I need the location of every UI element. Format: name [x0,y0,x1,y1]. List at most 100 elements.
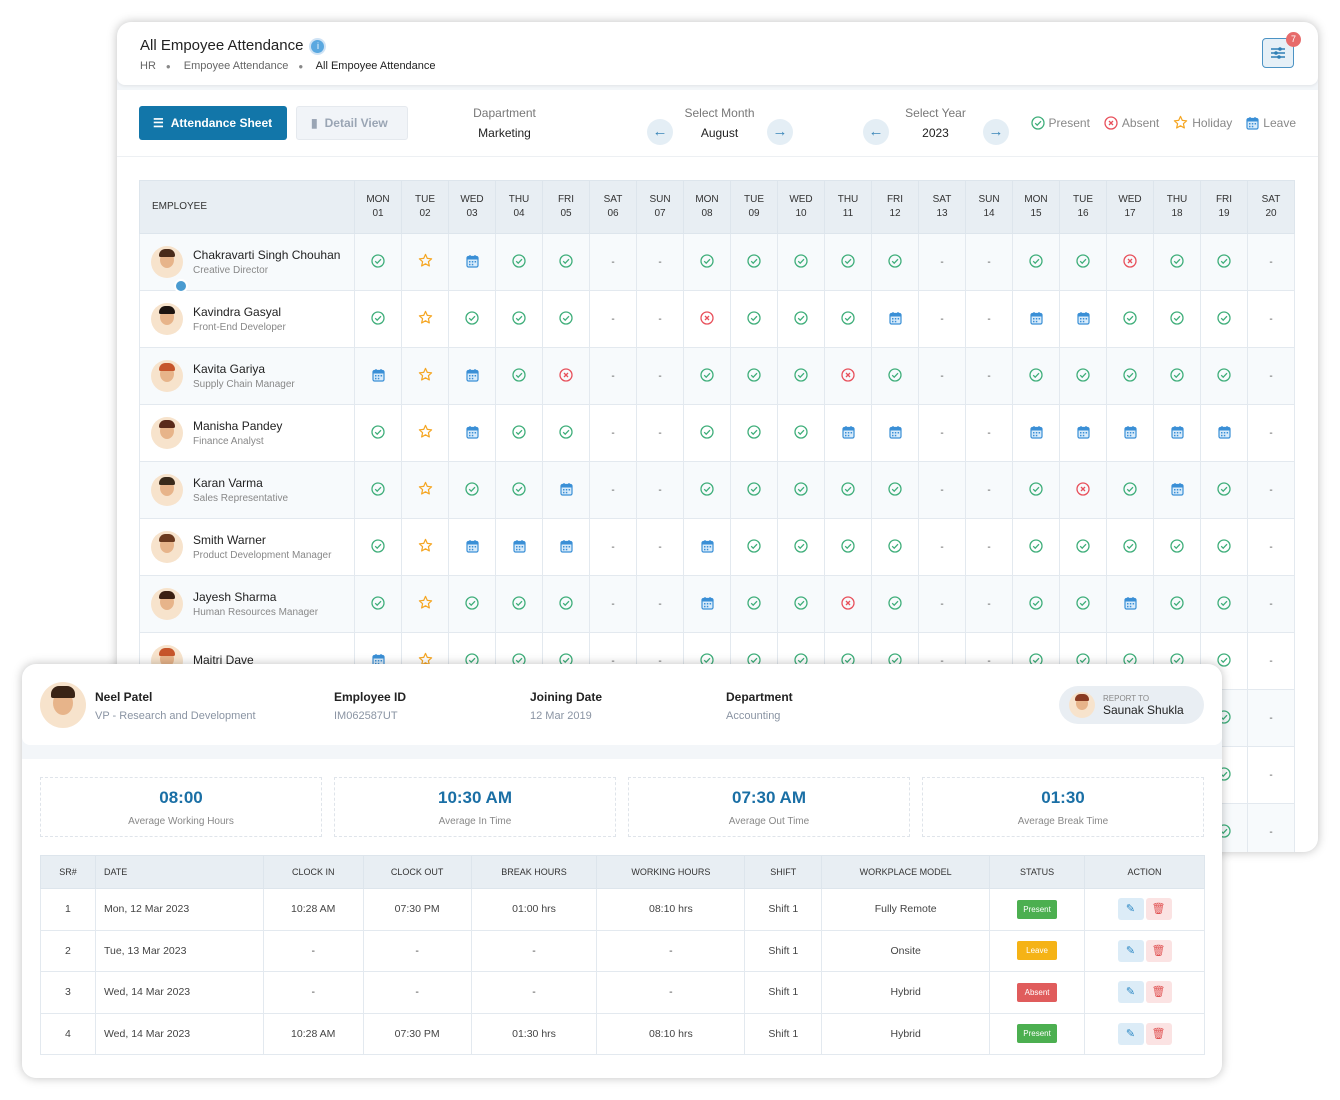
day-cell[interactable] [1106,233,1154,291]
day-cell[interactable]: - [589,575,637,633]
day-cell[interactable]: - [1247,746,1295,804]
day-cell[interactable]: - [636,404,684,462]
employee-cell[interactable]: Chakravarti Singh Chouhan Creative Direct… [139,233,355,293]
day-cell[interactable] [683,575,731,633]
day-cell[interactable]: - [589,461,637,519]
edit-button[interactable]: ✎ [1117,1022,1144,1045]
day-cell[interactable] [542,233,590,291]
day-cell[interactable] [730,233,778,291]
day-cell[interactable] [871,461,919,519]
day-cell[interactable] [824,461,872,519]
delete-button[interactable]: 🗑 [1145,981,1172,1004]
delete-button[interactable]: 🗑 [1145,898,1172,921]
day-cell[interactable] [542,290,590,348]
day-cell[interactable] [1153,575,1201,633]
day-cell[interactable] [730,347,778,405]
attendance-sheet-tab[interactable]: ☰ Attendance Sheet [139,106,287,140]
day-cell[interactable] [1106,461,1154,519]
day-cell[interactable]: - [918,347,966,405]
day-cell[interactable]: - [965,404,1013,462]
day-cell[interactable]: - [1247,575,1295,633]
day-cell[interactable]: - [636,233,684,291]
day-cell[interactable] [1059,290,1107,348]
day-cell[interactable] [495,518,543,576]
day-cell[interactable] [354,575,402,633]
day-cell[interactable] [824,404,872,462]
employee-cell[interactable]: Karan Varma Sales Representative [139,461,355,519]
day-cell[interactable] [1012,404,1060,462]
day-cell[interactable]: - [1247,290,1295,348]
day-cell[interactable] [354,233,402,291]
filter-button[interactable]: 7 [1262,32,1301,68]
day-cell[interactable] [1106,518,1154,576]
prev-month-button[interactable]: ← [647,119,673,145]
day-cell[interactable] [1106,575,1154,633]
day-cell[interactable] [448,518,496,576]
day-cell[interactable] [1012,461,1060,519]
employee-cell[interactable]: Smith Warner Product Development Manager [139,518,355,576]
day-cell[interactable] [871,233,919,291]
day-cell[interactable] [495,290,543,348]
day-cell[interactable] [777,575,825,633]
day-cell[interactable] [1059,404,1107,462]
day-cell[interactable]: - [636,347,684,405]
day-cell[interactable] [448,461,496,519]
info-icon[interactable]: i [311,40,325,53]
day-cell[interactable] [777,404,825,462]
day-cell[interactable] [730,518,778,576]
day-cell[interactable]: - [589,233,637,291]
day-cell[interactable] [401,347,449,405]
breadcrumb-hr[interactable]: HR [140,60,156,72]
day-cell[interactable] [683,233,731,291]
day-cell[interactable] [401,461,449,519]
day-cell[interactable] [824,290,872,348]
day-cell[interactable]: - [918,233,966,291]
next-year-button[interactable]: → [983,119,1009,145]
day-cell[interactable]: - [918,518,966,576]
day-cell[interactable] [824,233,872,291]
day-cell[interactable]: - [918,404,966,462]
delete-button[interactable]: 🗑 [1145,1022,1172,1045]
day-cell[interactable] [542,461,590,519]
edit-button[interactable]: ✎ [1117,898,1144,921]
day-cell[interactable] [1200,461,1248,519]
day-cell[interactable] [495,347,543,405]
day-cell[interactable] [542,518,590,576]
day-cell[interactable] [1106,347,1154,405]
employee-cell[interactable]: Kavita Gariya Supply Chain Manager [139,347,355,405]
day-cell[interactable] [871,575,919,633]
day-cell[interactable] [1059,233,1107,291]
day-cell[interactable]: - [1247,404,1295,462]
day-cell[interactable] [1200,347,1248,405]
day-cell[interactable] [777,347,825,405]
day-cell[interactable]: - [965,461,1013,519]
day-cell[interactable] [824,575,872,633]
month-select[interactable]: Select Month August [677,106,762,140]
day-cell[interactable]: - [965,518,1013,576]
day-cell[interactable]: - [965,575,1013,633]
day-cell[interactable] [1200,575,1248,633]
day-cell[interactable] [448,347,496,405]
day-cell[interactable] [683,461,731,519]
day-cell[interactable] [448,404,496,462]
day-cell[interactable]: - [1247,518,1295,576]
day-cell[interactable] [730,575,778,633]
day-cell[interactable] [871,518,919,576]
day-cell[interactable] [730,404,778,462]
day-cell[interactable] [354,461,402,519]
day-cell[interactable] [824,347,872,405]
day-cell[interactable] [401,290,449,348]
day-cell[interactable] [777,233,825,291]
day-cell[interactable] [1012,347,1060,405]
day-cell[interactable]: - [1247,803,1295,852]
day-cell[interactable]: - [589,404,637,462]
day-cell[interactable] [495,233,543,291]
day-cell[interactable]: - [918,290,966,348]
report-to-chip[interactable]: REPORT TO Saunak Shukla [1059,686,1204,724]
day-cell[interactable] [448,575,496,633]
day-cell[interactable] [495,461,543,519]
detail-view-tab[interactable]: ▮ Detail View [296,106,408,140]
employee-cell[interactable]: Manisha Pandey Finance Analyst [139,404,355,462]
day-cell[interactable]: - [918,575,966,633]
day-cell[interactable]: - [918,461,966,519]
